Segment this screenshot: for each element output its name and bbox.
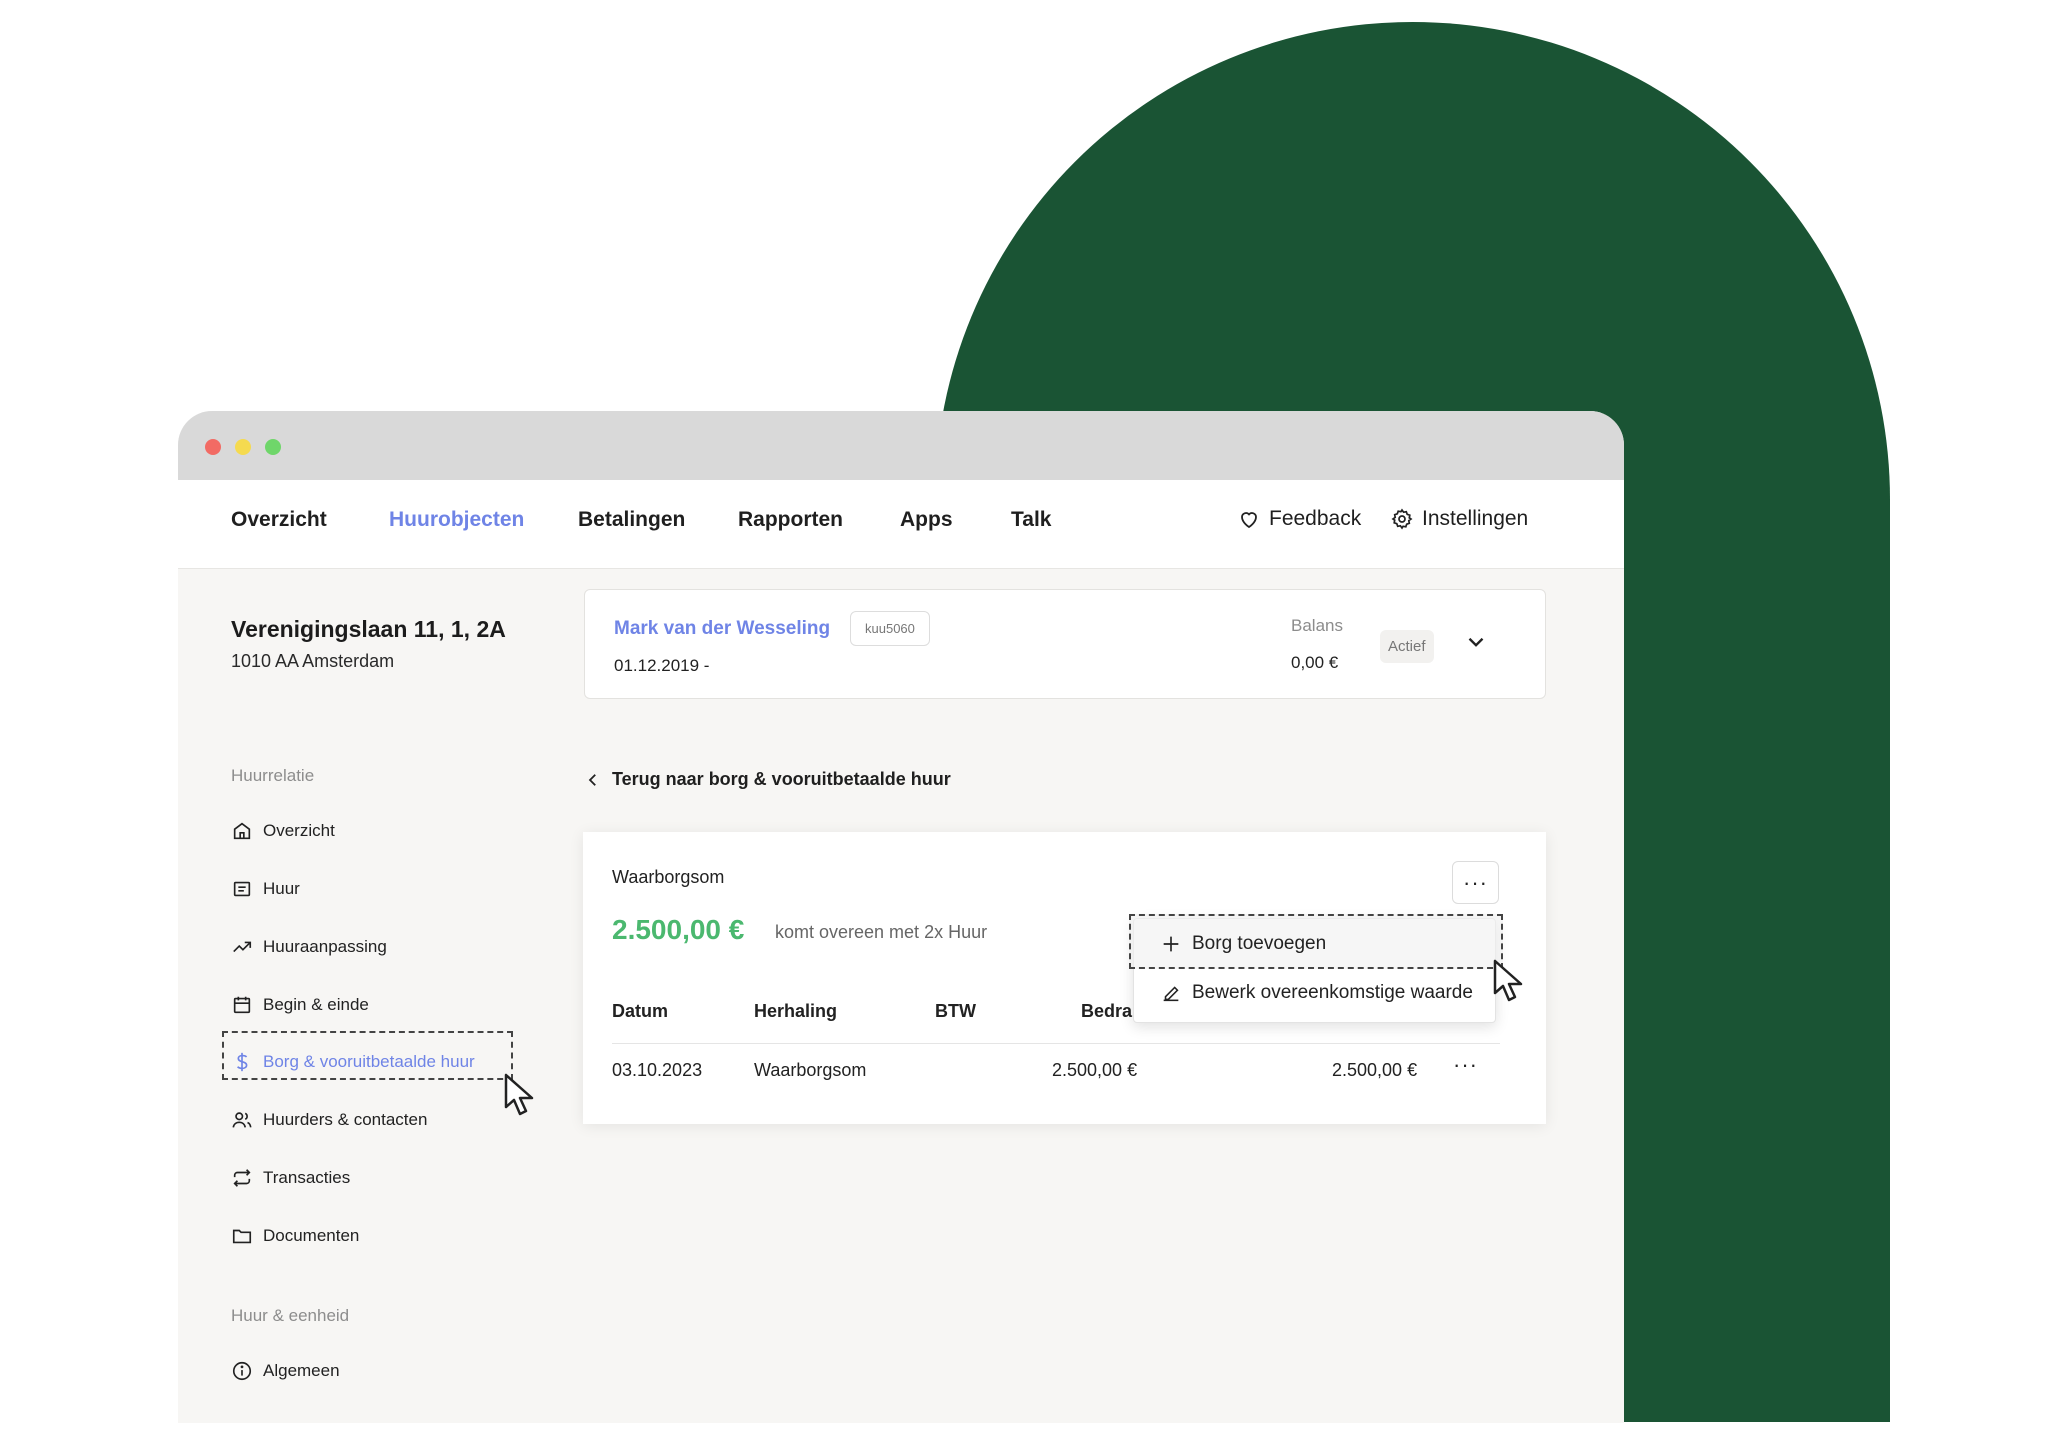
- sidebar-item-documenten[interactable]: Documenten: [231, 1223, 359, 1249]
- sidebar-item-label: Transacties: [263, 1168, 351, 1187]
- top-navigation: Overzicht Huurobjecten Betalingen Rappor…: [178, 480, 1624, 569]
- tenant-name-link[interactable]: Mark van der Wesseling: [614, 618, 830, 640]
- nav-overzicht[interactable]: Overzicht: [231, 508, 327, 532]
- sidebar-item-label: Huur: [263, 879, 300, 898]
- column-header-herhaling: Herhaling: [754, 1001, 838, 1021]
- sidebar-item-label: Overzicht: [263, 821, 335, 840]
- feedback-label: Feedback: [1269, 507, 1362, 530]
- sidebar-section-huurrelatie: Huurrelatie: [231, 766, 315, 785]
- tenant-code-badge: kuu5060: [850, 611, 930, 646]
- feedback-button[interactable]: Feedback: [1237, 507, 1361, 531]
- row-recurrence: Waarborgsom: [754, 1060, 867, 1080]
- sidebar-item-huurders[interactable]: Huurders & contacten: [231, 1107, 427, 1133]
- users-icon: [232, 1112, 252, 1128]
- dollar-icon: [237, 1052, 248, 1072]
- row-date: 03.10.2023: [612, 1060, 703, 1080]
- sidebar-item-label: Documenten: [263, 1226, 360, 1245]
- tenant-card: Mark van der Wesseling kuu5060 01.12.201…: [584, 589, 1546, 699]
- repeat-icon: [233, 1169, 251, 1187]
- balance-label: Balans: [1291, 616, 1343, 635]
- heart-icon: [1241, 512, 1257, 529]
- deposit-amount: 2.500,00 €: [612, 914, 745, 945]
- back-link-label: Terug naar borg & vooruitbetaalde huur: [612, 769, 951, 789]
- mouse-pointer-icon: [504, 1073, 534, 1116]
- back-link[interactable]: Terug naar borg & vooruitbetaalde huur: [584, 769, 951, 790]
- sidebar-item-label: Huurders & contacten: [263, 1110, 428, 1129]
- window-titlebar: [178, 411, 1624, 480]
- minimize-window-button[interactable]: [235, 439, 251, 455]
- sidebar-section-huur-eenheid: Huur & eenheid: [231, 1306, 350, 1325]
- sidebar-item-transacties[interactable]: Transacties: [231, 1165, 350, 1191]
- menu-item-label: Bewerk overeenkomstige waarde: [1192, 982, 1473, 1003]
- nav-talk[interactable]: Talk: [1011, 508, 1051, 532]
- gear-icon: [1391, 508, 1413, 530]
- sidebar-item-label: Borg & vooruitbetaalde huur: [263, 1052, 475, 1071]
- receipt-icon: [233, 881, 251, 897]
- mouse-pointer-icon: [1493, 959, 1523, 1002]
- property-address: Verenigingslaan 11, 1, 2A: [231, 616, 506, 642]
- deposit-title: Waarborgsom: [612, 867, 725, 887]
- sidebar-item-label: Algemeen: [263, 1361, 340, 1380]
- row-amount: 2.500,00 €: [1052, 1060, 1138, 1080]
- trend-up-icon: [233, 941, 252, 953]
- column-header-bedrag: Bedra: [1081, 1001, 1133, 1021]
- calendar-icon: [233, 996, 251, 1014]
- sidebar-item-algemeen[interactable]: Algemeen: [231, 1358, 340, 1384]
- home-icon: [233, 822, 251, 840]
- menu-item-borg-toevoegen[interactable]: Borg toevoegen: [1160, 933, 1326, 955]
- nav-betalingen[interactable]: Betalingen: [578, 508, 685, 532]
- sidebar-item-overzicht[interactable]: Overzicht: [231, 818, 335, 844]
- menu-item-bewerk-waarde[interactable]: Bewerk overeenkomstige waarde: [1160, 982, 1473, 1004]
- deposit-note: komt overeen met 2x Huur: [775, 922, 988, 942]
- nav-huurobjecten[interactable]: Huurobjecten: [389, 508, 524, 532]
- pencil-icon: [1163, 986, 1179, 1002]
- sidebar-item-huur[interactable]: Huur: [231, 876, 300, 902]
- maximize-window-button[interactable]: [265, 439, 281, 455]
- sidebar-item-begin-einde[interactable]: Begin & einde: [231, 992, 369, 1018]
- row-total: 2.500,00 €: [1332, 1060, 1418, 1080]
- chevron-down-icon[interactable]: [1463, 629, 1489, 655]
- settings-button[interactable]: Instellingen: [1390, 507, 1528, 531]
- column-header-datum: Datum: [612, 1001, 669, 1021]
- info-icon: [232, 1361, 252, 1381]
- chevron-left-icon: [588, 773, 596, 786]
- sidebar-item-borg[interactable]: Borg & vooruitbetaalde huur: [231, 1049, 475, 1075]
- nav-rapporten[interactable]: Rapporten: [738, 508, 843, 532]
- table-divider: [612, 1043, 1500, 1044]
- menu-item-label: Borg toevoegen: [1192, 933, 1327, 954]
- settings-label: Instellingen: [1422, 507, 1529, 530]
- status-badge: Actief: [1380, 630, 1434, 663]
- sidebar-item-label: Huuraanpassing: [263, 937, 387, 956]
- row-more-button[interactable]: ···: [1453, 1052, 1478, 1078]
- sidebar-item-huuraanpassing[interactable]: Huuraanpassing: [231, 934, 387, 960]
- tenant-start-date: 01.12.2019 -: [614, 656, 710, 675]
- more-options-button[interactable]: ···: [1452, 861, 1499, 904]
- nav-apps[interactable]: Apps: [900, 508, 953, 532]
- folder-icon: [232, 1229, 252, 1244]
- close-window-button[interactable]: [205, 439, 221, 455]
- plus-icon: [1163, 936, 1179, 952]
- sidebar-item-label: Begin & einde: [263, 995, 369, 1014]
- balance-value: 0,00 €: [1291, 653, 1339, 672]
- column-header-btw: BTW: [935, 1001, 976, 1021]
- property-city: 1010 AA Amsterdam: [231, 651, 395, 671]
